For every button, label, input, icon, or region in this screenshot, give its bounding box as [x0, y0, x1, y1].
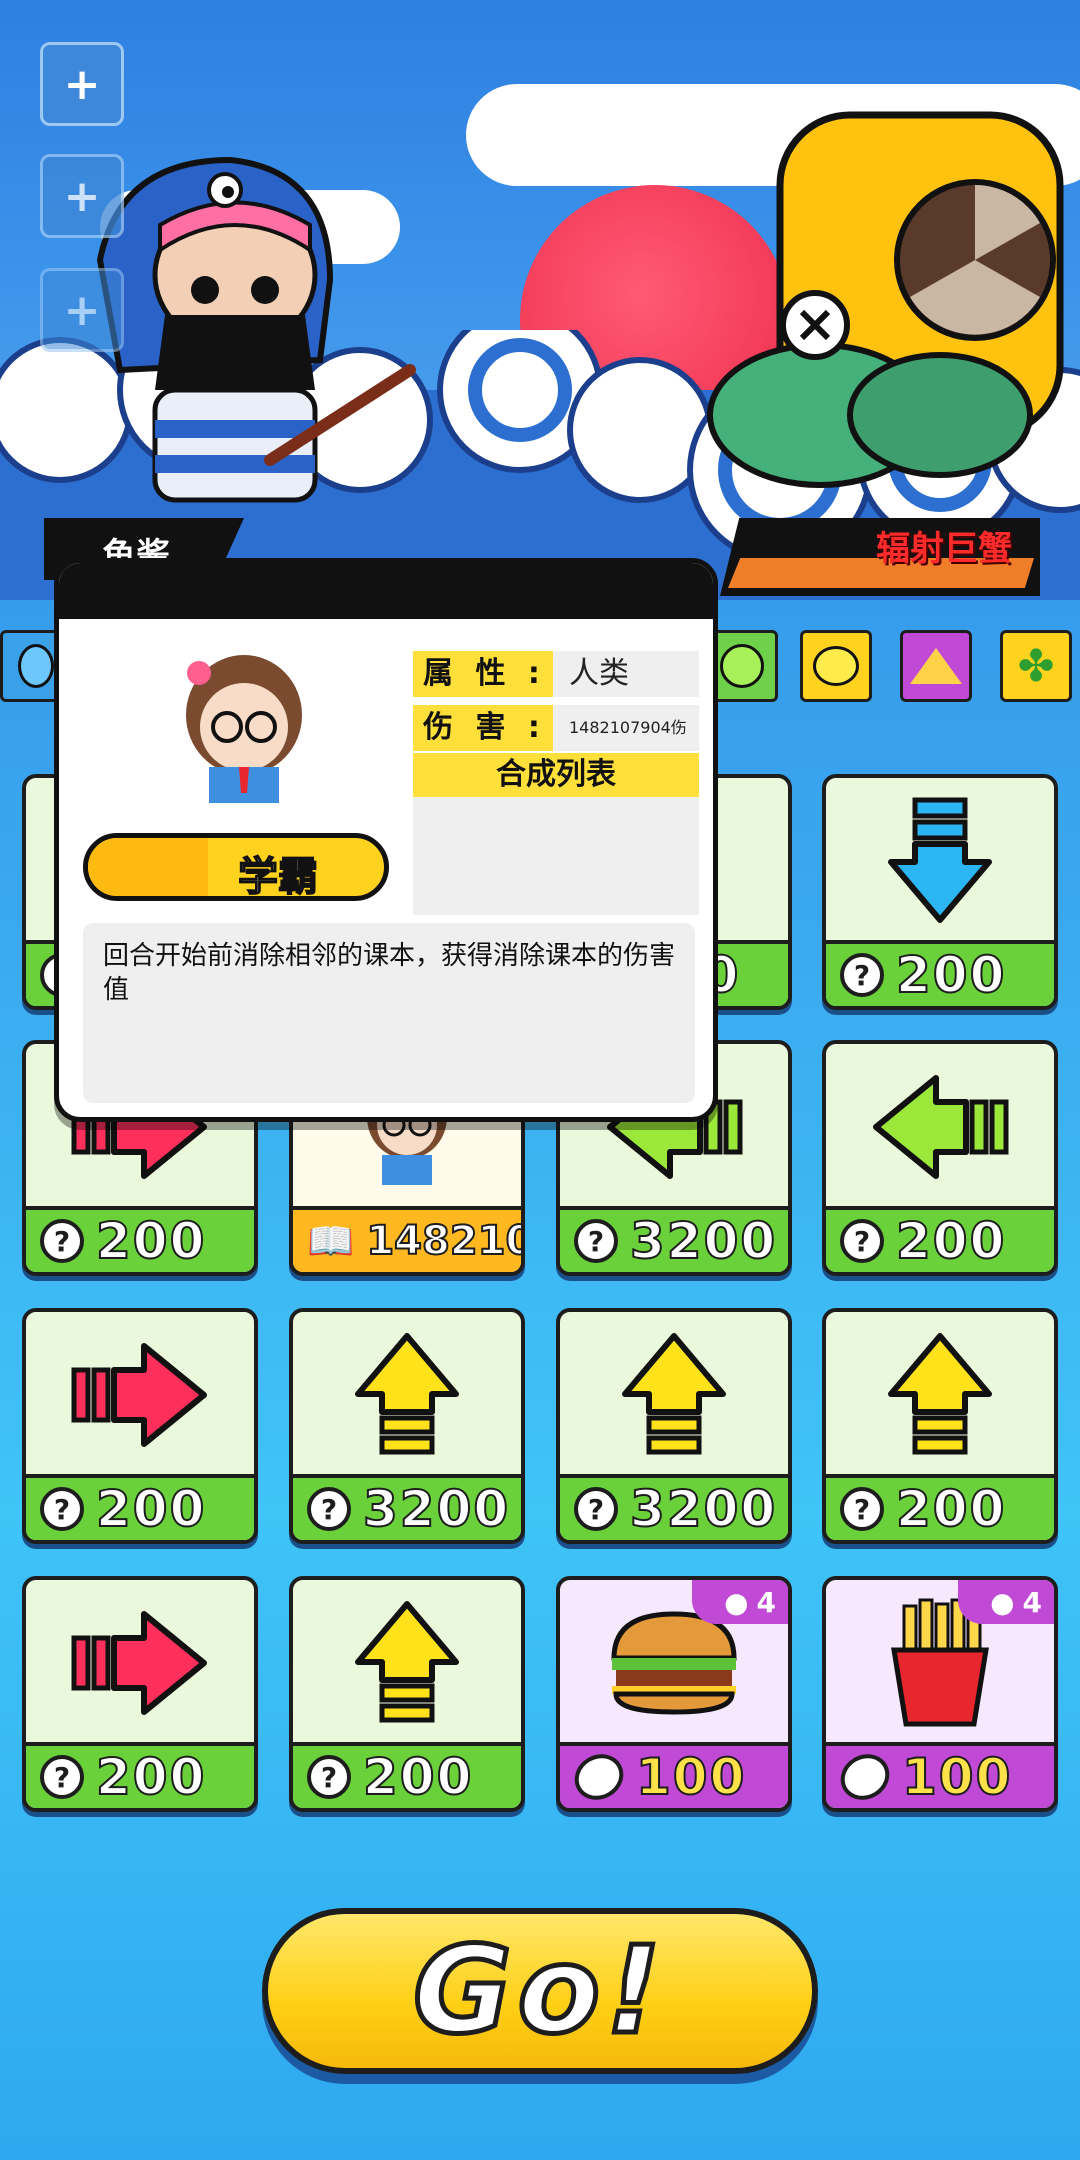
question-icon: ?: [840, 953, 884, 997]
arrow-up-icon: [355, 1333, 459, 1455]
shop-tile[interactable]: ?200: [22, 1576, 258, 1812]
question-icon: ?: [307, 1487, 351, 1531]
shop-tile[interactable]: ?200: [822, 774, 1058, 1010]
shop-tile[interactable]: ?200: [22, 1308, 258, 1544]
attribute-label: 属 性 :: [413, 651, 553, 697]
tile-price: 3200: [629, 1479, 778, 1539]
badge-count: 4: [1022, 1585, 1042, 1619]
enemy-name: 辐射巨蟹: [876, 529, 1012, 569]
tile-price: 200: [895, 1479, 1007, 1539]
bread-icon: [832, 1745, 898, 1808]
tile-price: 200: [95, 1479, 207, 1539]
attribute-value: 人类: [569, 656, 629, 691]
go-button[interactable]: Go!: [262, 1908, 818, 2074]
burger-icon: [611, 1611, 737, 1715]
bread-icon: [566, 1745, 632, 1808]
tile-price: 3200: [629, 1211, 778, 1271]
tile-price: 100: [635, 1747, 747, 1807]
add-slot-button[interactable]: +: [40, 154, 124, 238]
damage-label: 伤 害 :: [413, 705, 553, 751]
enemy-character: [707, 111, 1064, 488]
unit-info-popup[interactable]: 学霸 属 性 : 人类 伤 害 : 1482107904伤害 合成列表 回合开始…: [54, 558, 718, 1122]
damage-row: 伤 害 : 1482107904伤害: [413, 705, 699, 783]
lime-icon: [720, 644, 764, 688]
popup-header: [59, 563, 713, 619]
question-icon: ?: [40, 1219, 84, 1263]
student-avatar: [186, 655, 302, 803]
role-badge: 学霸: [83, 833, 389, 901]
synthesis-list-title: 合成列表: [413, 753, 699, 797]
arrow-left-icon: [873, 1075, 1009, 1179]
arrow-up-icon: [622, 1333, 726, 1455]
tile-price: 200: [895, 1211, 1007, 1271]
food-count-badge: ● 4: [958, 1580, 1054, 1624]
tile-price: 3200: [362, 1479, 511, 1539]
question-icon: ?: [574, 1487, 618, 1531]
arrow-down-icon: [888, 797, 992, 923]
synthesis-list: [413, 797, 699, 915]
badge-count: 4: [756, 1585, 776, 1619]
tile-price: 200: [362, 1747, 474, 1807]
question-icon: ?: [40, 1755, 84, 1799]
add-slot-button[interactable]: +: [40, 268, 124, 352]
egg-icon: ●: [724, 1585, 749, 1619]
cheese-icon: [910, 648, 962, 684]
shop-tile[interactable]: ?200: [822, 1040, 1058, 1276]
question-icon: ?: [840, 1487, 884, 1531]
scholar-icon: [88, 838, 208, 896]
arrow-right-icon: [71, 1343, 207, 1447]
tile-price: 1482107904: [365, 1217, 521, 1265]
arrow-up-icon: [355, 1601, 459, 1723]
shop-tile-food[interactable]: ● 4 100: [556, 1576, 792, 1812]
tile-price: 200: [95, 1747, 207, 1807]
item-slot-cheese[interactable]: [900, 630, 972, 702]
shop-tile[interactable]: ?200: [289, 1576, 525, 1812]
arrow-right-icon: [71, 1611, 207, 1715]
unit-description: 回合开始前消除相邻的课本，获得消除课本的伤害值: [83, 923, 695, 1103]
balloon-icon: [18, 644, 54, 688]
add-slot-button[interactable]: +: [40, 42, 124, 126]
damage-value: 1482107904伤害: [569, 718, 687, 783]
battle-scene: + + +: [0, 0, 1080, 600]
egg-icon: ●: [990, 1585, 1015, 1619]
item-slot-lemon[interactable]: [800, 630, 872, 702]
question-icon: ?: [307, 1755, 351, 1799]
clover-icon: ✤: [1017, 640, 1055, 692]
tile-price: 200: [95, 1211, 207, 1271]
question-icon: ?: [574, 1219, 618, 1263]
food-count-badge: ● 4: [692, 1580, 788, 1624]
shop-tile[interactable]: ? 3200: [289, 1308, 525, 1544]
question-icon: ?: [840, 1219, 884, 1263]
arrow-up-icon: [888, 1333, 992, 1455]
go-label: Go!: [411, 1919, 667, 2063]
lemon-icon: [813, 646, 859, 686]
attribute-row: 属 性 : 人类: [413, 651, 699, 697]
role-label: 学霸: [237, 853, 319, 900]
player-character: [96, 156, 416, 503]
shop-tile[interactable]: ?200: [822, 1308, 1058, 1544]
item-slot-clover[interactable]: ✤: [1000, 630, 1072, 702]
book-icon: 📖: [307, 1218, 355, 1263]
question-icon: ?: [40, 1487, 84, 1531]
tile-price: 200: [895, 945, 1007, 1005]
shop-tile[interactable]: ? 3200: [556, 1308, 792, 1544]
tile-price: 100: [901, 1747, 1013, 1807]
shop-tile-food[interactable]: ● 4 100: [822, 1576, 1058, 1812]
